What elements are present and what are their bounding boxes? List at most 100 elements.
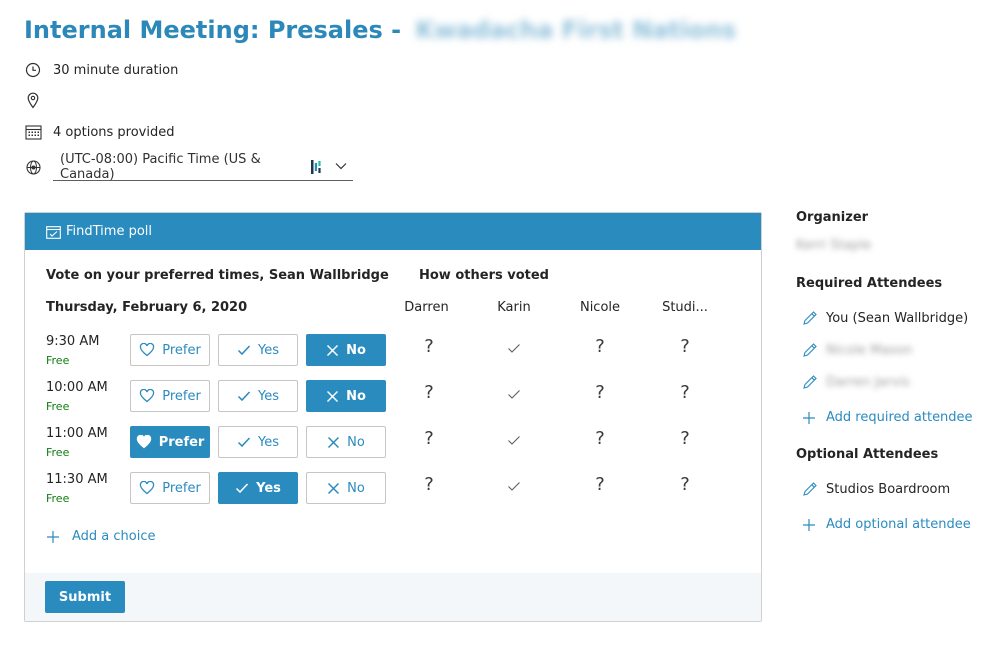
close-icon: [326, 344, 346, 357]
time-slot-row: 9:30 AM Free Prefer Yes No???: [25, 334, 761, 380]
attendee-name: You (Sean Wallbridge): [826, 310, 969, 326]
heart-icon: [139, 343, 162, 357]
poll-calendar-icon: [46, 225, 61, 239]
pencil-icon: [803, 375, 817, 389]
unknown-vote-icon: ?: [595, 382, 605, 403]
prefer-label: Prefer: [162, 388, 201, 404]
required-heading: Required Attendees: [796, 276, 943, 291]
optional-heading: Optional Attendees: [796, 447, 939, 462]
clock-icon: [24, 61, 42, 79]
add-choice-button[interactable]: Add a choice: [46, 529, 156, 544]
duration-text: 30 minute duration: [53, 62, 179, 78]
add-required-attendee-button[interactable]: Add required attendee: [802, 410, 973, 425]
slot-availability: Free: [46, 354, 70, 367]
optional-attendee[interactable]: Studios Boardroom: [802, 481, 950, 497]
no-label: No: [346, 342, 366, 358]
yes-button[interactable]: Yes: [218, 472, 298, 504]
options-text: 4 options provided: [53, 124, 175, 140]
heart-icon: [136, 435, 159, 449]
prefer-button[interactable]: Prefer: [130, 334, 210, 366]
yes-label: Yes: [256, 480, 281, 496]
calendar-icon: [24, 123, 42, 141]
slot-time: 9:30 AM: [46, 334, 100, 349]
timezone-row: (UTC-08:00) Pacific Time (US & Canada): [24, 151, 353, 182]
unknown-vote-icon: ?: [424, 474, 434, 495]
add-optional-label: Add optional attendee: [826, 517, 971, 532]
organizer-name: Kerri Staple: [796, 238, 872, 253]
slot-time: 11:30 AM: [46, 472, 108, 487]
bars-logo-icon: [311, 159, 321, 174]
slot-availability: Free: [46, 446, 70, 459]
required-attendee[interactable]: Nicole Mason: [802, 342, 912, 358]
poll-footer: Submit: [25, 573, 761, 621]
no-button[interactable]: No: [306, 380, 386, 412]
check-icon: [474, 476, 554, 497]
unknown-vote-icon: ?: [424, 428, 434, 449]
globe-icon: [24, 158, 42, 176]
person-name: Karin: [497, 300, 531, 315]
unknown-vote-icon: ?: [424, 336, 434, 357]
submit-button[interactable]: Submit: [45, 581, 125, 613]
findtime-poll-card: FindTime poll Vote on your preferred tim…: [24, 212, 762, 622]
yes-label: Yes: [258, 388, 279, 404]
unknown-vote-icon: ?: [595, 474, 605, 495]
timezone-value: (UTC-08:00) Pacific Time (US & Canada): [60, 151, 261, 182]
no-label: No: [347, 480, 365, 496]
unknown-vote-icon: ?: [680, 382, 690, 403]
poll-date: Thursday, February 6, 2020: [46, 300, 248, 315]
required-attendee[interactable]: Darren Jarvis: [802, 374, 910, 390]
prefer-label: Prefer: [162, 480, 201, 496]
heart-icon: [139, 481, 162, 495]
prefer-button[interactable]: Prefer: [130, 472, 210, 504]
person-name: Studi...: [662, 300, 708, 315]
yes-button[interactable]: Yes: [218, 380, 298, 412]
time-slot-row: 11:00 AM Free Prefer Yes No???: [25, 426, 761, 472]
no-button[interactable]: No: [306, 472, 386, 504]
meeting-title-redacted: Kwadacha First Nations: [415, 16, 737, 44]
prefer-label: Prefer: [162, 342, 201, 358]
add-optional-attendee-button[interactable]: Add optional attendee: [802, 517, 971, 532]
pencil-icon: [803, 311, 817, 325]
required-attendee[interactable]: You (Sean Wallbridge): [802, 310, 968, 326]
unknown-vote-icon: ?: [595, 428, 605, 449]
close-icon: [327, 436, 347, 449]
plus-icon: [803, 411, 815, 424]
attendee-name: Darren Jarvis: [826, 374, 910, 390]
meeting-title-text: Internal Meeting: Presales -: [24, 16, 402, 44]
time-slot-row: 11:30 AM Free Prefer Yes No???: [25, 472, 761, 518]
no-label: No: [347, 434, 365, 450]
no-button[interactable]: No: [306, 426, 386, 458]
time-slot-row: 10:00 AM Free Prefer Yes No???: [25, 380, 761, 426]
prefer-label: Prefer: [158, 434, 205, 450]
yes-label: Yes: [258, 434, 279, 450]
check-icon: [474, 384, 554, 405]
no-label: No: [346, 388, 366, 404]
others-title: How others voted: [419, 268, 549, 283]
prefer-button[interactable]: Prefer: [130, 426, 210, 458]
add-required-label: Add required attendee: [826, 410, 973, 425]
check-icon: [237, 390, 258, 402]
slot-availability: Free: [46, 400, 70, 413]
close-icon: [327, 482, 347, 495]
poll-header-text: FindTime poll: [66, 224, 153, 239]
yes-button[interactable]: Yes: [218, 426, 298, 458]
unknown-vote-icon: ?: [424, 382, 434, 403]
pencil-icon: [803, 482, 817, 496]
poll-header: FindTime poll: [25, 213, 761, 250]
unknown-vote-icon: ?: [680, 428, 690, 449]
check-icon: [474, 338, 554, 359]
heart-icon: [139, 389, 162, 403]
prefer-button[interactable]: Prefer: [130, 380, 210, 412]
unknown-vote-icon: ?: [680, 474, 690, 495]
chevron-down-icon[interactable]: [335, 159, 347, 174]
no-button[interactable]: No: [306, 334, 386, 366]
slot-time: 10:00 AM: [46, 380, 108, 395]
yes-button[interactable]: Yes: [218, 334, 298, 366]
location-pin-icon: [24, 91, 42, 109]
timezone-dropdown[interactable]: (UTC-08:00) Pacific Time (US & Canada): [53, 151, 353, 182]
attendee-name: Studios Boardroom: [826, 481, 951, 497]
organizer-heading: Organizer: [796, 210, 869, 225]
check-icon: [474, 430, 554, 451]
vote-title: Vote on your preferred times, Sean Wallb…: [46, 268, 389, 283]
unknown-vote-icon: ?: [680, 336, 690, 357]
